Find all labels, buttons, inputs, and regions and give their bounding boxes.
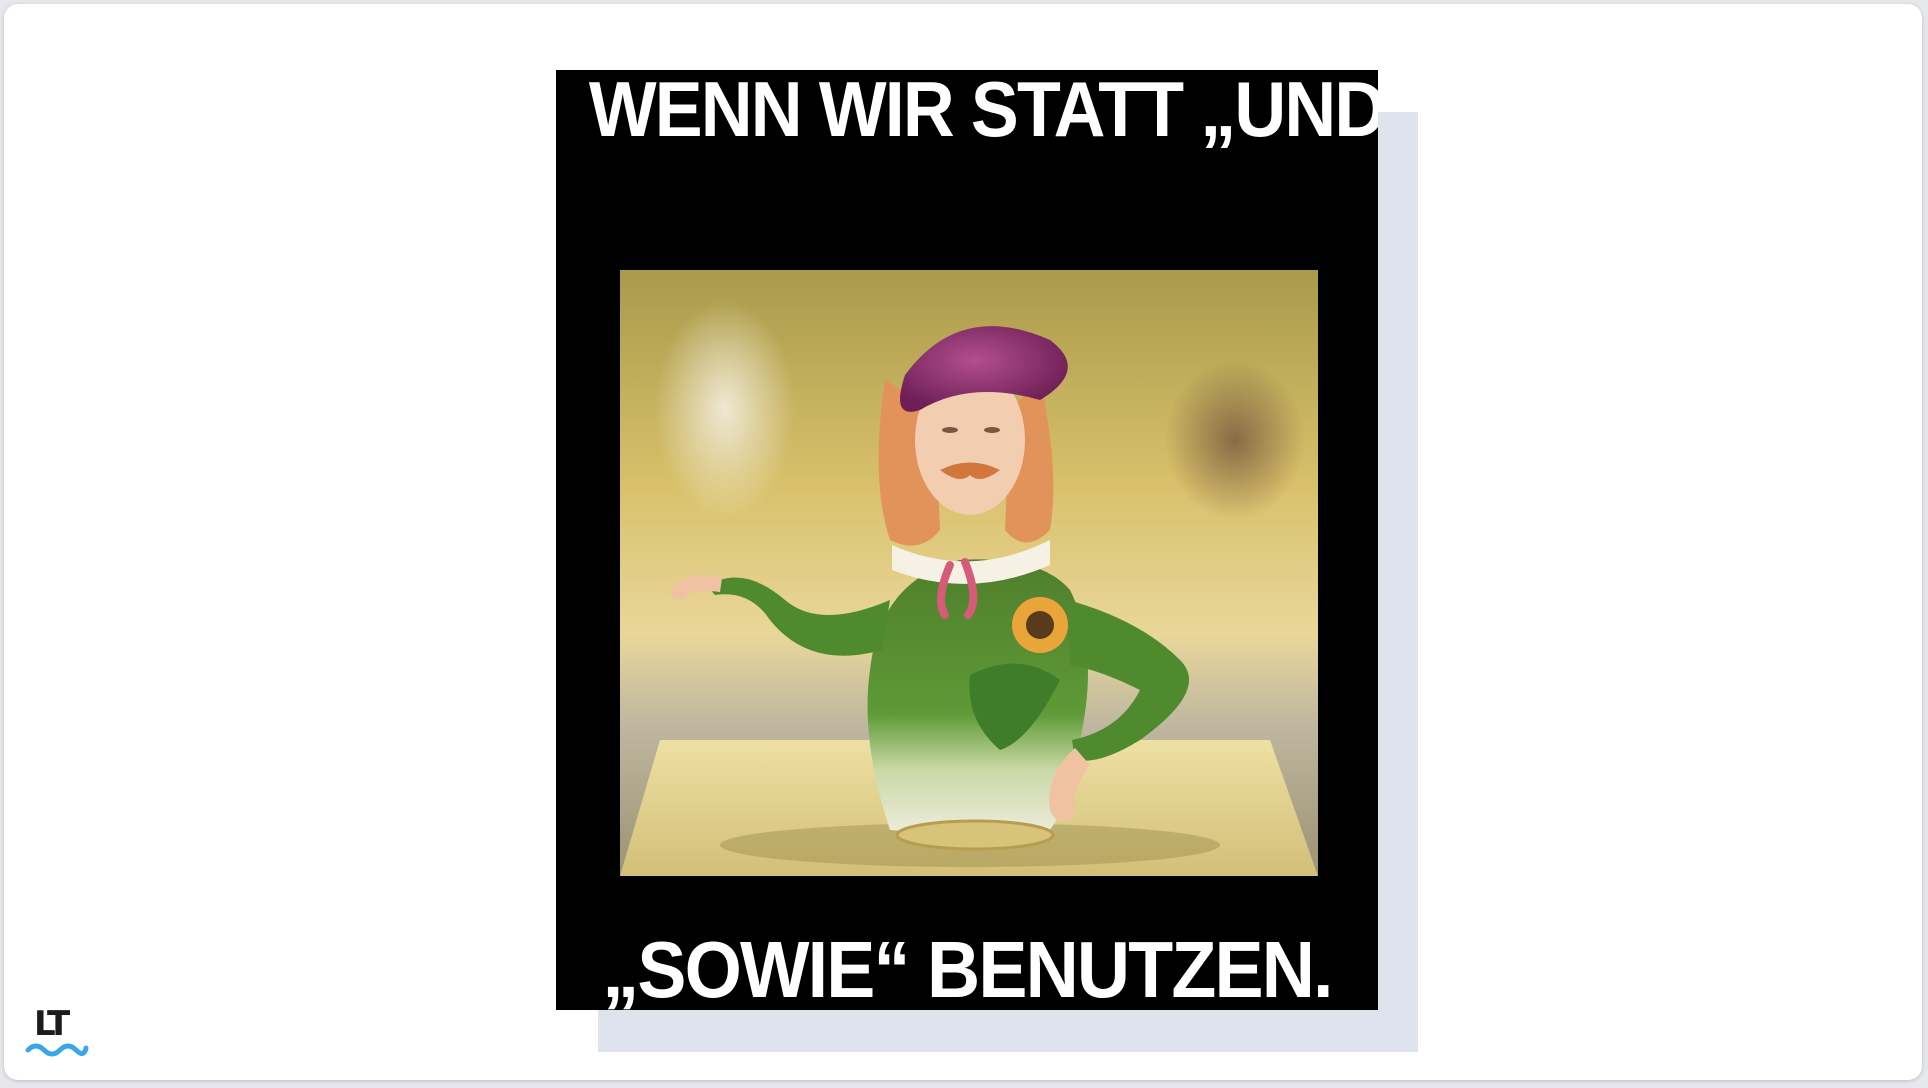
meme-photo: [620, 270, 1318, 876]
meme-bottom-caption: „SOWIE“ BENUTZEN.: [602, 925, 1333, 1010]
meme-top-caption: WENN WIR STATT „UND“: [588, 70, 1378, 153]
logo-wave-icon: [25, 1043, 89, 1057]
meme-image: WENN WIR STATT „UND“ „SOWIE“ BENUTZEN.: [556, 70, 1378, 1010]
teapot-figure-illustration: [620, 270, 1318, 876]
content-card: WENN WIR STATT „UND“ „SOWIE“ BENUTZEN. L…: [4, 4, 1922, 1080]
languagetool-logo-icon[interactable]: LT: [24, 1004, 90, 1060]
